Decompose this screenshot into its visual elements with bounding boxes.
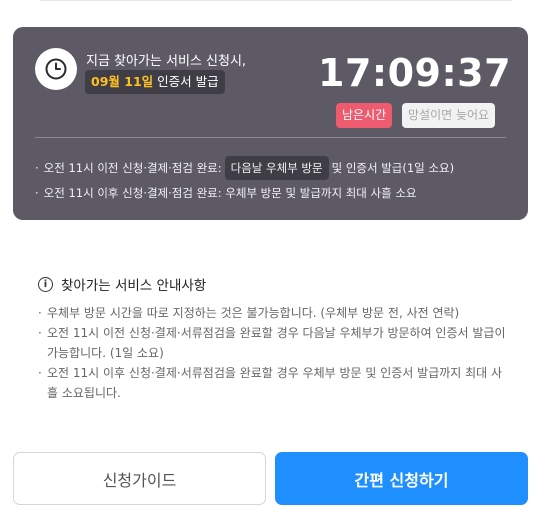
clock-icon [35, 48, 77, 90]
top-divider [40, 0, 512, 1]
bullet: · [38, 306, 42, 320]
card-divider [35, 137, 506, 138]
list-item: · 오전 11시 이전 신청·결제·서류점검을 완료할 경우 다음날 우체부가 방… [38, 323, 508, 363]
bullet: · [35, 186, 39, 200]
info-icon: i [38, 276, 53, 292]
notice-item-text: 오전 11시 이전 신청·결제·서류점검을 완료할 경우 다음날 우체부가 방문… [47, 326, 506, 360]
rule-after-11: · 오전 11시 이후 신청·결제·점검 완료: 우체부 방문 및 발급까지 최… [35, 181, 417, 205]
rule-highlight: 다음날 우체부 방문 [224, 156, 329, 180]
hurry-badge: 망설이면 늦어요 [402, 103, 496, 128]
notice-title: 찾아가는 서비스 안내사항 [61, 278, 207, 294]
remaining-time-badge: 남은시간 [336, 103, 393, 128]
notice-heading: i 찾아가는 서비스 안내사항 [38, 274, 206, 294]
deadline-suffix: 인증서 발급 [153, 74, 219, 89]
deadline-text: 지금 찾아가는 서비스 신청시, [86, 54, 247, 69]
list-item: · 우체부 방문 시간을 따로 지정하는 것은 불가능합니다. (우체부 방문 전… [38, 303, 508, 323]
rule-prefix: 오전 11시 이전 신청·결제·점검 완료: [43, 161, 222, 175]
notice-item-text: 오전 11시 이후 신청·결제·서류점검을 완료할 경우 우체부 방문 및 인증… [47, 366, 503, 400]
application-guide-button[interactable]: 신청가이드 [13, 452, 266, 505]
rule-suffix: 및 인증서 발급(1일 소요) [331, 161, 455, 175]
quick-apply-button[interactable]: 간편 신청하기 [275, 452, 528, 505]
bullet: · [35, 161, 39, 175]
deadline-chip: 09월 11일 인증서 발급 [85, 70, 225, 94]
bullet: · [38, 326, 42, 340]
list-item: · 오전 11시 이후 신청·결제·서류점검을 완료할 경우 우체부 방문 및 인… [38, 363, 508, 403]
notice-list: · 우체부 방문 시간을 따로 지정하는 것은 불가능합니다. (우체부 방문 전… [38, 303, 508, 403]
rule-before-11: · 오전 11시 이전 신청·결제·점검 완료: 다음날 우체부 방문 및 인증… [35, 156, 454, 180]
countdown-timer: 17:09:37 [318, 51, 512, 95]
bullet: · [38, 366, 42, 380]
deadline-date: 09월 11일 [91, 74, 154, 89]
notice-item-text: 우체부 방문 시간을 따로 지정하는 것은 불가능합니다. (우체부 방문 전,… [47, 306, 460, 320]
rule-text: 오전 11시 이후 신청·결제·점검 완료: 우체부 방문 및 발급까지 최대 … [43, 186, 417, 200]
timer-card: 지금 찾아가는 서비스 신청시, 09월 11일 인증서 발급 17:09:37… [13, 27, 528, 220]
